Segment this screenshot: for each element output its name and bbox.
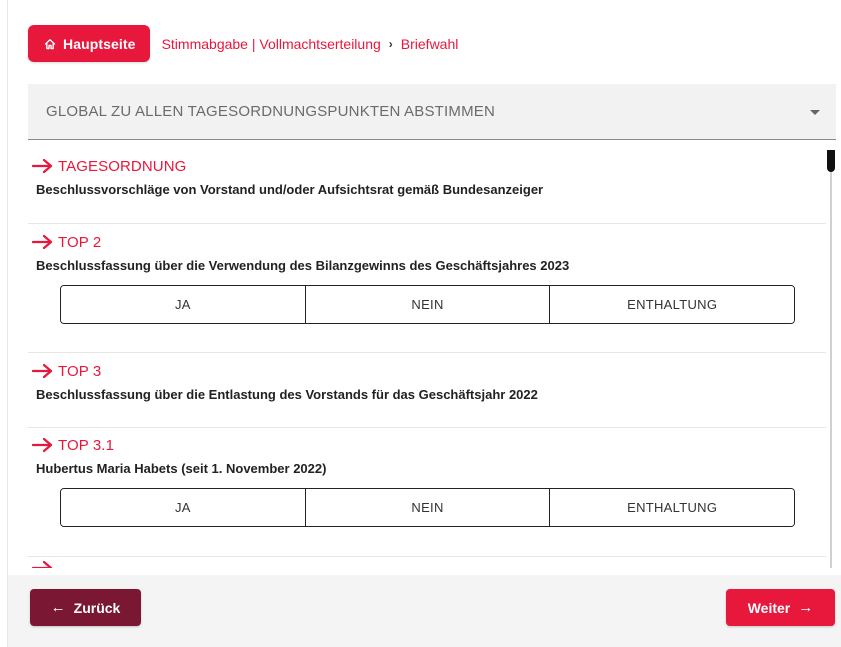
vote-abstain-button[interactable]: ENTHALTUNG [549,489,794,526]
agenda-item-description: Beschlussfassung über die Entlastung des… [36,387,538,402]
arrow-right-icon [32,437,53,453]
page-left-border [7,0,8,647]
divider [28,352,826,353]
divider [28,427,826,428]
arrow-left-icon: ← [50,599,66,616]
agenda-item-top-2: TOP 2 Beschlussfassung über die Verwendu… [28,228,795,324]
vote-no-button[interactable]: NEIN [304,286,550,323]
scrollbar-thumb[interactable] [827,150,835,172]
global-vote-label: GLOBAL ZU ALLEN TAGESORDNUNGSPUNKTEN ABS… [46,103,496,120]
agenda-item-title: TOP 3.1 [58,436,115,454]
vote-options-top-2: JA NEIN ENTHALTUNG [60,285,795,324]
vote-options-top-3-1: JA NEIN ENTHALTUNG [60,488,795,527]
global-vote-dropdown[interactable]: GLOBAL ZU ALLEN TAGESORDNUNGSPUNKTEN ABS… [28,84,836,140]
agenda-item-top-3: TOP 3 Beschlussfassung über die Entlastu… [28,357,538,402]
agenda-item-description: Hubertus Maria Habets (seit 1. November … [36,461,327,476]
breadcrumb-stimmabgabe-link[interactable]: Stimmabgabe | Vollmachtserteilung [162,36,381,52]
vote-no-button[interactable]: NEIN [304,489,550,526]
agenda-item-tagesordnung: TAGESORDNUNG Beschlussvorschläge von Vor… [28,152,543,197]
divider [28,556,826,557]
agenda-item-description: Beschlussvorschläge von Vorstand und/ode… [36,182,544,197]
agenda-scroll-area[interactable]: TAGESORDNUNG Beschlussvorschläge von Vor… [28,150,836,568]
breadcrumb-briefwahl-link[interactable]: Briefwahl [401,36,459,52]
arrow-right-icon [32,560,53,568]
arrow-right-icon [32,234,53,250]
agenda-item-title: TAGESORDNUNG [58,157,187,175]
agenda-item-title: TOP 2 [58,233,102,251]
divider [28,223,826,224]
home-icon [44,38,56,49]
next-button-label: Weiter [747,599,791,616]
back-button[interactable]: ← Zurück [30,589,141,626]
next-button[interactable]: Weiter → [726,589,835,626]
arrow-right-icon [32,363,53,379]
caret-down-icon [810,110,820,115]
breadcrumb: Hauptseite Stimmabgabe | Vollmachtsertei… [28,25,458,62]
vote-abstain-button[interactable]: ENTHALTUNG [549,286,794,323]
vote-yes-button[interactable]: JA [61,489,305,526]
arrow-right-icon [32,158,53,174]
arrow-right-icon: → [798,599,814,616]
agenda-item-top-3-1: TOP 3.1 Hubertus Maria Habets (seit 1. N… [28,431,795,527]
breadcrumb-separator-icon: › [388,36,393,51]
back-button-label: Zurück [73,599,121,616]
vote-yes-button[interactable]: JA [61,286,305,323]
scrollbar-track[interactable] [830,150,832,568]
home-button-label: Hauptseite [63,35,136,52]
agenda-item-description: Beschlussfassung über die Verwendung des… [36,258,570,273]
agenda-item-title: TOP 3 [58,362,102,380]
home-button[interactable]: Hauptseite [28,25,150,62]
